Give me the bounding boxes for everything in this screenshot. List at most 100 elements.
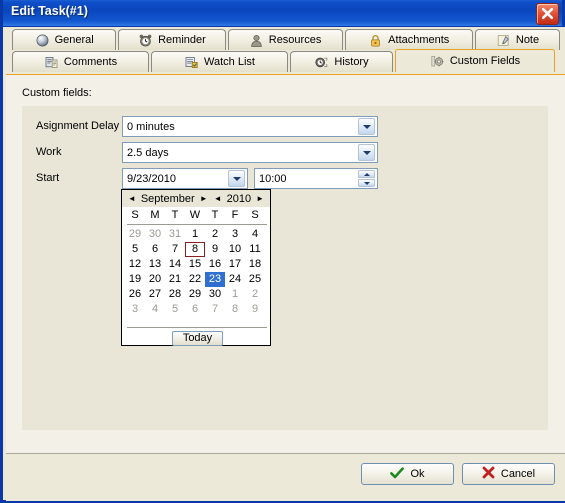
calendar-day[interactable]: 2: [245, 287, 265, 302]
calendar-day[interactable]: 9: [245, 302, 265, 317]
tab-panel-custom-fields: Custom fields: Asignment Delay 0 minutes…: [6, 74, 565, 453]
calendar-day[interactable]: 4: [245, 227, 265, 242]
calendar-day[interactable]: 23: [205, 272, 225, 287]
calendar-day[interactable]: 29: [125, 227, 145, 242]
calendar-dow-3: W: [189, 209, 201, 221]
calendar-day[interactable]: 26: [125, 287, 145, 302]
red-x-icon: [482, 466, 495, 482]
calendar-day[interactable]: 3: [125, 302, 145, 317]
calendar-day[interactable]: 25: [245, 272, 265, 287]
calendar-day[interactable]: 9: [205, 242, 225, 257]
calendar-day[interactable]: 21: [165, 272, 185, 287]
calendar-day[interactable]: 1: [185, 227, 205, 242]
calendar-day[interactable]: 13: [145, 257, 165, 272]
calendar-day[interactable]: 30: [205, 287, 225, 302]
triangle-up-icon[interactable]: [358, 170, 375, 178]
calendar-day-headers: SMTWTFS: [125, 208, 269, 223]
calendar-day[interactable]: 4: [145, 302, 165, 317]
calendar-day[interactable]: 31: [165, 227, 185, 242]
prev-month-triangle-left-icon[interactable]: ◄: [127, 194, 137, 204]
next-month-triangle-right-icon[interactable]: ►: [199, 194, 209, 204]
cancel-button[interactable]: Cancel: [462, 463, 555, 485]
clock-history-icon: [314, 55, 329, 70]
calendar-days: 29 30 31 1 2 3 4 5 6 7 8 9 10 11 12 13 14 15 16 17 18 19 20 21 2…: [125, 227, 269, 317]
window-title: Edit Task(#1): [11, 4, 88, 18]
start-date-picker[interactable]: 9/23/2010: [122, 168, 248, 189]
chevron-down-icon[interactable]: [358, 144, 375, 161]
tab-comments[interactable]: Comments: [12, 51, 149, 72]
calendar-footer-divider: [127, 327, 267, 328]
calendar-day[interactable]: 22: [185, 272, 205, 287]
calendar-day[interactable]: 14: [165, 257, 185, 272]
comment-lines-icon: [44, 55, 59, 70]
tab-watch-list[interactable]: Watch List: [151, 51, 288, 72]
tab-history[interactable]: History: [290, 51, 393, 72]
next-year-triangle-right-icon[interactable]: ►: [255, 194, 265, 204]
calendar-day[interactable]: 18: [245, 257, 265, 272]
close-icon[interactable]: [536, 3, 559, 25]
calendar-day[interactable]: 30: [145, 227, 165, 242]
calendar-day[interactable]: 11: [245, 242, 265, 257]
calendar-dow-2: T: [171, 209, 179, 221]
tab-attachments-label: Attachments: [388, 34, 450, 46]
tab-comments-label: Comments: [63, 56, 118, 68]
today-button[interactable]: Today: [172, 331, 223, 346]
calendar-day[interactable]: 8: [225, 302, 245, 317]
calendar-day[interactable]: 15: [185, 257, 205, 272]
close-glyph: [541, 7, 554, 20]
tab-custom-fields[interactable]: Custom Fields: [395, 49, 555, 72]
tab-history-label: History: [334, 56, 369, 68]
calendar-day[interactable]: 3: [225, 227, 245, 242]
work-label: Work: [36, 146, 62, 158]
calendar-dow-4: T: [211, 209, 219, 221]
calendar-day[interactable]: 1: [225, 287, 245, 302]
tab-attachments[interactable]: Attachments: [344, 29, 473, 50]
calendar-day[interactable]: 10: [225, 242, 245, 257]
calendar-day[interactable]: 19: [125, 272, 145, 287]
tab-strip: General Reminder Resources Attachments N…: [6, 27, 565, 74]
titlebar: Edit Task(#1): [3, 0, 562, 27]
tab-reminder[interactable]: Reminder: [118, 29, 226, 50]
date-picker-calendar[interactable]: ◄ September ► ◄ 2010 ► SMTWTFS 29 30 31 1 2 3…: [121, 189, 271, 346]
calendar-day[interactable]: 28: [165, 287, 185, 302]
calendar-day[interactable]: 16: [205, 257, 225, 272]
field-row-asignment-delay: Asignment Delay 0 minutes: [22, 116, 548, 137]
calendar-dow-1: M: [150, 209, 160, 221]
tab-custom-fields-label: Custom Fields: [449, 55, 521, 67]
tab-resources[interactable]: Resources: [227, 29, 343, 50]
padlock-icon: [368, 33, 383, 48]
calendar-day[interactable]: 5: [165, 302, 185, 317]
calendar-year-label[interactable]: 2010: [227, 193, 251, 205]
calendar-day[interactable]: 29: [185, 287, 205, 302]
start-time-spinner[interactable]: 10:00: [254, 168, 378, 189]
calendar-day[interactable]: 24: [225, 272, 245, 287]
field-row-start: Start 9/23/2010 10:00: [22, 168, 548, 189]
calendar-day[interactable]: 6: [185, 302, 205, 317]
calendar-day[interactable]: 12: [125, 257, 145, 272]
calendar-day[interactable]: 20: [145, 272, 165, 287]
chevron-down-icon[interactable]: [358, 118, 375, 135]
alarm-clock-icon: [138, 33, 153, 48]
calendar-day[interactable]: 7: [205, 302, 225, 317]
tab-note-label: Note: [515, 34, 540, 46]
calendar-day[interactable]: 2: [205, 227, 225, 242]
tab-resources-label: Resources: [268, 34, 322, 46]
calendar-day[interactable]: 6: [145, 242, 165, 257]
tab-note[interactable]: Note: [474, 29, 561, 50]
prev-year-triangle-left-icon[interactable]: ◄: [213, 194, 223, 204]
calendar-day[interactable]: 8: [185, 242, 205, 257]
work-combobox[interactable]: 2.5 days: [122, 142, 378, 163]
calendar-day[interactable]: 5: [125, 242, 145, 257]
calendar-day[interactable]: 7: [165, 242, 185, 257]
calendar-month-label[interactable]: September: [141, 193, 195, 205]
tab-watch-list-label: Watch List: [204, 56, 255, 68]
calendar-grid: SMTWTFS 29 30 31 1 2 3 4 5 6 7 8 9 10 11 12 13 14 15 16 17 1…: [125, 208, 269, 317]
tab-general[interactable]: General: [12, 29, 117, 50]
chevron-down-icon[interactable]: [228, 170, 245, 187]
calendar-day[interactable]: 17: [225, 257, 245, 272]
ok-button[interactable]: Ok: [361, 463, 454, 485]
triangle-down-icon[interactable]: [358, 179, 375, 187]
asignment-delay-combobox[interactable]: 0 minutes: [122, 116, 378, 137]
tab-general-label: General: [54, 34, 94, 46]
calendar-day[interactable]: 27: [145, 287, 165, 302]
